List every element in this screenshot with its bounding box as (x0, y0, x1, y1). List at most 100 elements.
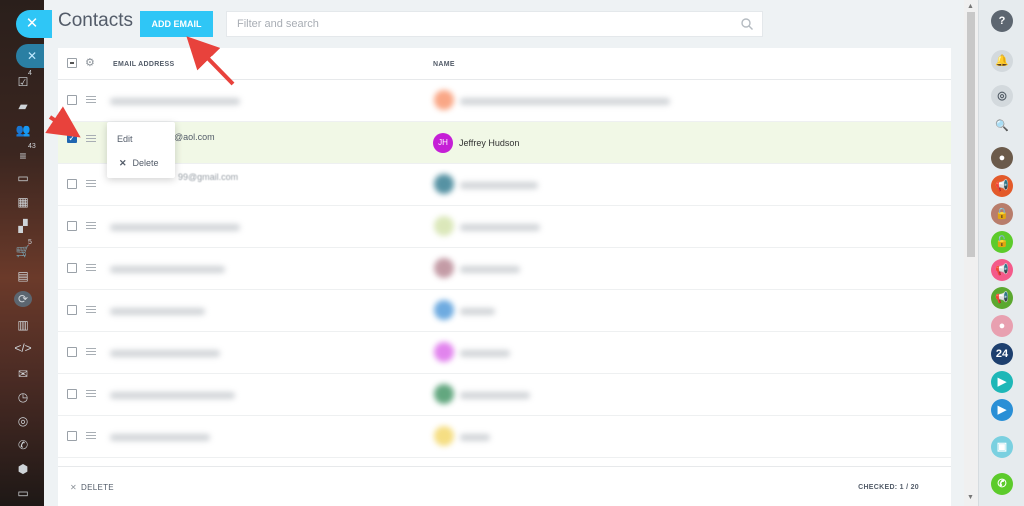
search-box[interactable] (226, 11, 763, 37)
video-call-icon[interactable]: ▶ (991, 371, 1013, 393)
user-avatar-icon[interactable]: ● (991, 147, 1013, 169)
select-all-checkbox[interactable] (67, 58, 77, 68)
row-menu-icon[interactable] (86, 135, 96, 142)
scroll-down-icon[interactable]: ▼ (967, 494, 974, 501)
blurred-avatar (434, 300, 454, 320)
table-row[interactable] (58, 332, 951, 374)
row-menu-icon[interactable] (86, 222, 96, 229)
left-sidebar: ✕ ✕ ☑ 4 ▰ 👥 ≡ 43 ▭ ▦ ▞ 🛒 5 ▤ ⟳ ▥ </> ✉ ◷… (0, 0, 52, 506)
lock-open-icon[interactable]: 🔓 (991, 231, 1013, 253)
close-slider-secondary-icon[interactable]: ✕ (16, 44, 44, 68)
blurred-avatar (434, 426, 454, 446)
row-menu-icon[interactable] (86, 306, 96, 313)
email-cell: @aol.com (174, 132, 215, 142)
blurred-name (460, 434, 490, 441)
knowledge-book-icon[interactable]: ▥ (14, 317, 32, 333)
tasks-badge: 4 (28, 70, 32, 77)
box-icon[interactable]: ⬢ (14, 461, 32, 477)
table-row[interactable] (58, 206, 951, 248)
row-checkbox-checked[interactable]: ✓ (67, 133, 77, 143)
settings-gear-icon[interactable]: ⚙ (85, 56, 95, 69)
window-icon[interactable]: ▭ (14, 485, 32, 501)
blurred-name (460, 308, 495, 315)
chat-icon[interactable]: ▰ (14, 98, 32, 114)
blurred-avatar (434, 384, 454, 404)
blurred-name (460, 392, 530, 399)
screen-share-icon[interactable]: ▣ (991, 436, 1013, 458)
video-camera-icon[interactable]: ▶ (991, 399, 1013, 421)
notifications-bell-icon[interactable]: 🔔 (991, 50, 1013, 72)
row-checkbox[interactable] (67, 305, 77, 315)
contacts-grid: ⚙ EMAIL ADDRESS NAME ✓ @aol.com JH Jeffr… (58, 48, 951, 468)
help-icon[interactable]: ? (991, 10, 1013, 32)
groups-icon[interactable]: 👥 (14, 122, 32, 138)
clock-icon[interactable]: ◷ (14, 389, 32, 405)
calendar-icon[interactable]: ▦ (14, 194, 32, 210)
row-checkbox[interactable] (67, 221, 77, 231)
page-title: Contacts (58, 10, 133, 31)
target-icon[interactable]: ◎ (14, 413, 32, 429)
megaphone-icon[interactable]: 📢 (991, 175, 1013, 197)
phone-call-icon[interactable]: ✆ (991, 473, 1013, 495)
checked-counter: CHECKED: 1 / 20 (858, 484, 919, 491)
menu-item-edit[interactable]: Edit (117, 134, 133, 144)
row-checkbox[interactable] (67, 431, 77, 441)
column-header-email[interactable]: EMAIL ADDRESS (113, 61, 174, 68)
blurred-email (110, 434, 210, 441)
table-row[interactable] (58, 80, 951, 122)
megaphone-green-icon[interactable]: 📢 (991, 287, 1013, 309)
blurred-avatar (434, 90, 454, 110)
right-sidebar: ? 🔔 ◎ 🔍 ● 📢 🔒 🔓 📢 📢 ● 24 ▶ ▶ ▣ ✆ (978, 0, 1024, 506)
cart-badge: 5 (28, 239, 32, 246)
lock-icon[interactable]: 🔒 (991, 203, 1013, 225)
row-checkbox[interactable] (67, 263, 77, 273)
delete-action-button[interactable]: ✕ DELETE (70, 483, 114, 492)
row-menu-icon[interactable] (86, 180, 96, 187)
code-icon[interactable]: </> (14, 340, 32, 356)
table-row[interactable] (58, 290, 951, 332)
table-row[interactable] (58, 248, 951, 290)
row-checkbox[interactable] (67, 347, 77, 357)
add-email-button[interactable]: ADD EMAIL (140, 11, 213, 37)
grid-header: ⚙ EMAIL ADDRESS NAME (58, 48, 951, 80)
name-cell[interactable]: Jeffrey Hudson (459, 138, 519, 148)
menu-item-delete[interactable]: ✕ Delete (119, 158, 159, 169)
row-menu-icon[interactable] (86, 432, 96, 439)
row-menu-icon[interactable] (86, 390, 96, 397)
search-icon[interactable]: 🔍 (991, 115, 1013, 137)
table-row[interactable] (58, 416, 951, 458)
row-context-menu: Edit ✕ Delete (107, 122, 175, 178)
row-checkbox[interactable] (67, 179, 77, 189)
row-menu-icon[interactable] (86, 96, 96, 103)
phone-icon[interactable]: ✆ (14, 437, 32, 453)
search-input[interactable] (237, 16, 727, 32)
table-row[interactable] (58, 374, 951, 416)
avatar: JH (433, 133, 453, 153)
scroll-thumb[interactable] (967, 12, 975, 257)
row-checkbox[interactable] (67, 389, 77, 399)
user-avatar-female-icon[interactable]: ● (991, 315, 1013, 337)
sync-icon[interactable]: ⟳ (14, 291, 32, 307)
search-icon[interactable] (740, 17, 754, 31)
grid-footer: ✕ DELETE CHECKED: 1 / 20 (58, 466, 951, 506)
row-checkbox[interactable] (67, 95, 77, 105)
blurred-email (110, 392, 235, 399)
table-row-selected[interactable]: ✓ @aol.com JH Jeffrey Hudson (58, 122, 951, 164)
bitrix24-icon[interactable]: 24 (991, 343, 1013, 365)
table-row[interactable]: 99@gmail.com (58, 164, 951, 206)
apps-icon[interactable]: ▞ (14, 218, 32, 234)
filter-icon[interactable]: ≡ (14, 148, 32, 164)
vertical-scrollbar[interactable]: ▲ ▼ (964, 0, 978, 506)
megaphone-pink-icon[interactable]: 📢 (991, 259, 1013, 281)
contact-card-icon[interactable]: ▭ (14, 170, 32, 186)
scroll-up-icon[interactable]: ▲ (967, 3, 974, 10)
row-menu-icon[interactable] (86, 348, 96, 355)
blurred-name (460, 98, 670, 105)
column-header-name[interactable]: NAME (433, 61, 455, 68)
mail-icon[interactable]: ✉ (14, 366, 32, 382)
row-menu-icon[interactable] (86, 264, 96, 271)
filter-badge: 43 (28, 143, 36, 150)
chat-search-icon[interactable]: ◎ (991, 85, 1013, 107)
close-slider-icon[interactable]: ✕ (16, 10, 52, 38)
inbox-icon[interactable]: ▤ (14, 268, 32, 284)
